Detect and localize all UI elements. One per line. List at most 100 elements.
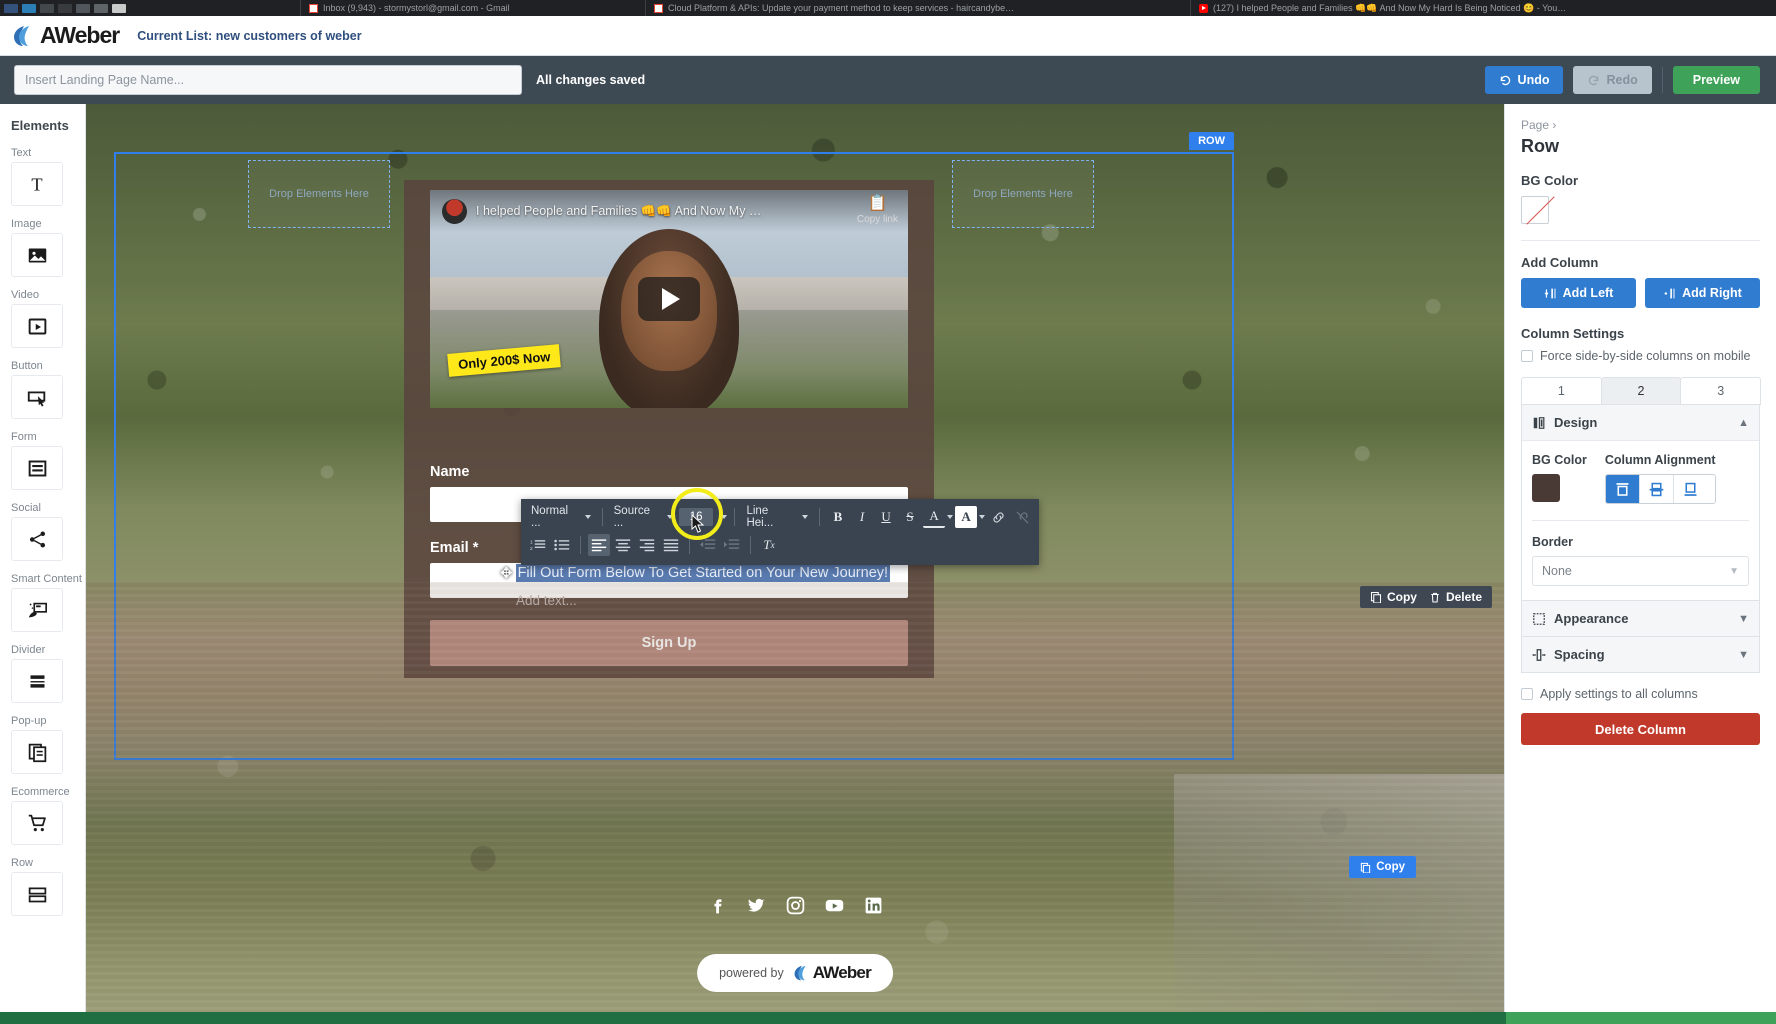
youtube-icon[interactable] (824, 895, 845, 916)
row-icon[interactable] (11, 872, 63, 916)
element-social[interactable]: Social (0, 502, 85, 561)
breadcrumb[interactable]: Page › (1521, 118, 1760, 132)
headline-text[interactable]: Fill Out Form Below To Get Started on Yo… (515, 564, 891, 582)
font-size-chevron-down-icon[interactable] (721, 515, 728, 519)
drop-zone-right[interactable]: Drop Elements Here (952, 160, 1094, 228)
column-tab-2[interactable]: 2 (1600, 377, 1682, 405)
drop-zone-left[interactable]: Drop Elements Here (248, 160, 390, 228)
underline-button[interactable]: U (875, 506, 897, 528)
facebook-icon[interactable] (707, 895, 728, 916)
cart-icon[interactable] (11, 801, 63, 845)
align-bottom-icon[interactable] (1673, 475, 1708, 503)
spacing-section-header[interactable]: Spacing ▼ (1521, 637, 1760, 673)
popup-icon[interactable] (11, 730, 63, 774)
element-button[interactable]: Button (0, 360, 85, 419)
increase-indent-button[interactable] (721, 534, 743, 556)
element-image[interactable]: Image (0, 218, 85, 277)
page-canvas[interactable]: ROW Drop Elements Here Drop Elements Her… (86, 104, 1504, 1024)
text-icon[interactable]: T (11, 162, 63, 206)
aweber-logo[interactable]: AWeber (12, 22, 120, 49)
appearance-section-header[interactable]: Appearance ▼ (1521, 601, 1760, 637)
element-divider[interactable]: Divider (0, 644, 85, 703)
add-text-placeholder[interactable]: Add text... (516, 593, 577, 608)
button-icon[interactable] (11, 375, 63, 419)
pinned-tab-icon[interactable] (4, 3, 18, 13)
landing-page-name-input[interactable] (14, 65, 522, 95)
pinned-tab-icon[interactable] (112, 3, 126, 13)
redo-button[interactable]: Redo (1573, 66, 1652, 94)
column-tab-3[interactable]: 3 (1680, 377, 1762, 405)
twitter-icon[interactable] (746, 895, 767, 916)
column-bg-color-swatch[interactable] (1532, 474, 1560, 502)
ordered-list-button[interactable]: 12 (527, 534, 549, 556)
element-smart-content[interactable]: Smart Content (0, 573, 85, 632)
copy-element-button[interactable]: Copy (1370, 590, 1417, 604)
browser-tab[interactable]: Inbox (9,943) - stormystorl@gmail.com - … (300, 0, 645, 16)
copy-row-button[interactable]: Copy (1349, 856, 1416, 878)
instagram-icon[interactable] (785, 895, 806, 916)
divider-icon[interactable] (11, 659, 63, 703)
content-column[interactable]: I helped People and Families 👊👊 And Now … (404, 180, 934, 678)
video-embed[interactable]: I helped People and Families 👊👊 And Now … (430, 190, 908, 408)
pinned-tab-icon[interactable] (76, 3, 90, 13)
bg-color-chevron-down-icon[interactable] (979, 515, 986, 519)
smart-content-icon[interactable] (11, 588, 63, 632)
background-color-button[interactable]: A (955, 506, 978, 528)
delete-element-button[interactable]: Delete (1429, 590, 1482, 604)
video-icon[interactable] (11, 304, 63, 348)
form-icon[interactable] (11, 446, 63, 490)
align-center-button[interactable] (612, 534, 634, 556)
image-icon[interactable] (11, 233, 63, 277)
apply-all-columns-checkbox[interactable] (1521, 688, 1533, 700)
align-left-button[interactable] (588, 534, 610, 556)
element-form[interactable]: Form (0, 431, 85, 490)
pinned-tab-icon[interactable] (40, 3, 54, 13)
add-left-button[interactable]: Add Left (1521, 278, 1636, 308)
paragraph-format-select[interactable]: Normal ... (527, 502, 595, 532)
align-top-icon[interactable] (1605, 475, 1640, 503)
italic-button[interactable]: I (851, 506, 873, 528)
decrease-indent-button[interactable] (697, 534, 719, 556)
column-tab-1[interactable]: 1 (1521, 377, 1602, 405)
force-side-by-side-checkbox[interactable] (1521, 350, 1533, 362)
element-ecommerce[interactable]: Ecommerce (0, 786, 85, 845)
clear-formatting-button[interactable]: Tx (758, 534, 780, 556)
share-icon[interactable] (11, 517, 63, 561)
pinned-tab-icon[interactable] (58, 3, 72, 13)
apply-all-columns-row[interactable]: Apply settings to all columns (1521, 687, 1760, 701)
text-color-chevron-down-icon[interactable] (947, 515, 954, 519)
sign-up-button[interactable]: Sign Up (430, 620, 908, 666)
border-select[interactable]: None ▼ (1532, 556, 1749, 586)
align-justify-button[interactable] (660, 534, 682, 556)
element-video[interactable]: Video (0, 289, 85, 348)
design-section-header[interactable]: Design ▲ (1522, 405, 1759, 441)
play-button-icon[interactable] (638, 277, 700, 321)
browser-tab[interactable]: (127) I helped People and Families 👊👊 An… (1190, 0, 1776, 16)
delete-column-button[interactable]: Delete Column (1521, 713, 1760, 745)
bullet-list-button[interactable] (551, 534, 573, 556)
insert-link-button[interactable] (987, 506, 1009, 528)
linkedin-icon[interactable] (863, 895, 884, 916)
copy-link-button[interactable]: 📋 Copy link (857, 196, 898, 226)
row-bg-color-swatch[interactable] (1521, 196, 1549, 224)
force-side-by-side-row[interactable]: Force side-by-side columns on mobile (1521, 349, 1760, 363)
add-right-button[interactable]: Add Right (1645, 278, 1760, 308)
element-text[interactable]: Text T (0, 147, 85, 206)
browser-tab[interactable]: Cloud Platform & APIs: Update your payme… (645, 0, 1190, 16)
pinned-tab-icon[interactable] (22, 3, 36, 13)
line-height-select[interactable]: Line Hei... (742, 502, 813, 532)
align-right-button[interactable] (636, 534, 658, 556)
text-color-button[interactable]: A (923, 506, 946, 528)
channel-avatar[interactable] (442, 198, 467, 224)
element-popup[interactable]: Pop-up (0, 715, 85, 774)
font-family-select[interactable]: Source ... (609, 502, 677, 532)
align-middle-icon[interactable] (1639, 475, 1674, 503)
bold-button[interactable]: B (827, 506, 849, 528)
move-handle-icon[interactable]: ✥ (500, 564, 513, 582)
unlink-button[interactable] (1011, 506, 1033, 528)
undo-button[interactable]: Undo (1484, 66, 1564, 94)
pinned-tab-icon[interactable] (94, 3, 108, 13)
strikethrough-button[interactable]: S (899, 506, 921, 528)
element-row[interactable]: Row (0, 857, 85, 916)
preview-button[interactable]: Preview (1672, 66, 1760, 94)
